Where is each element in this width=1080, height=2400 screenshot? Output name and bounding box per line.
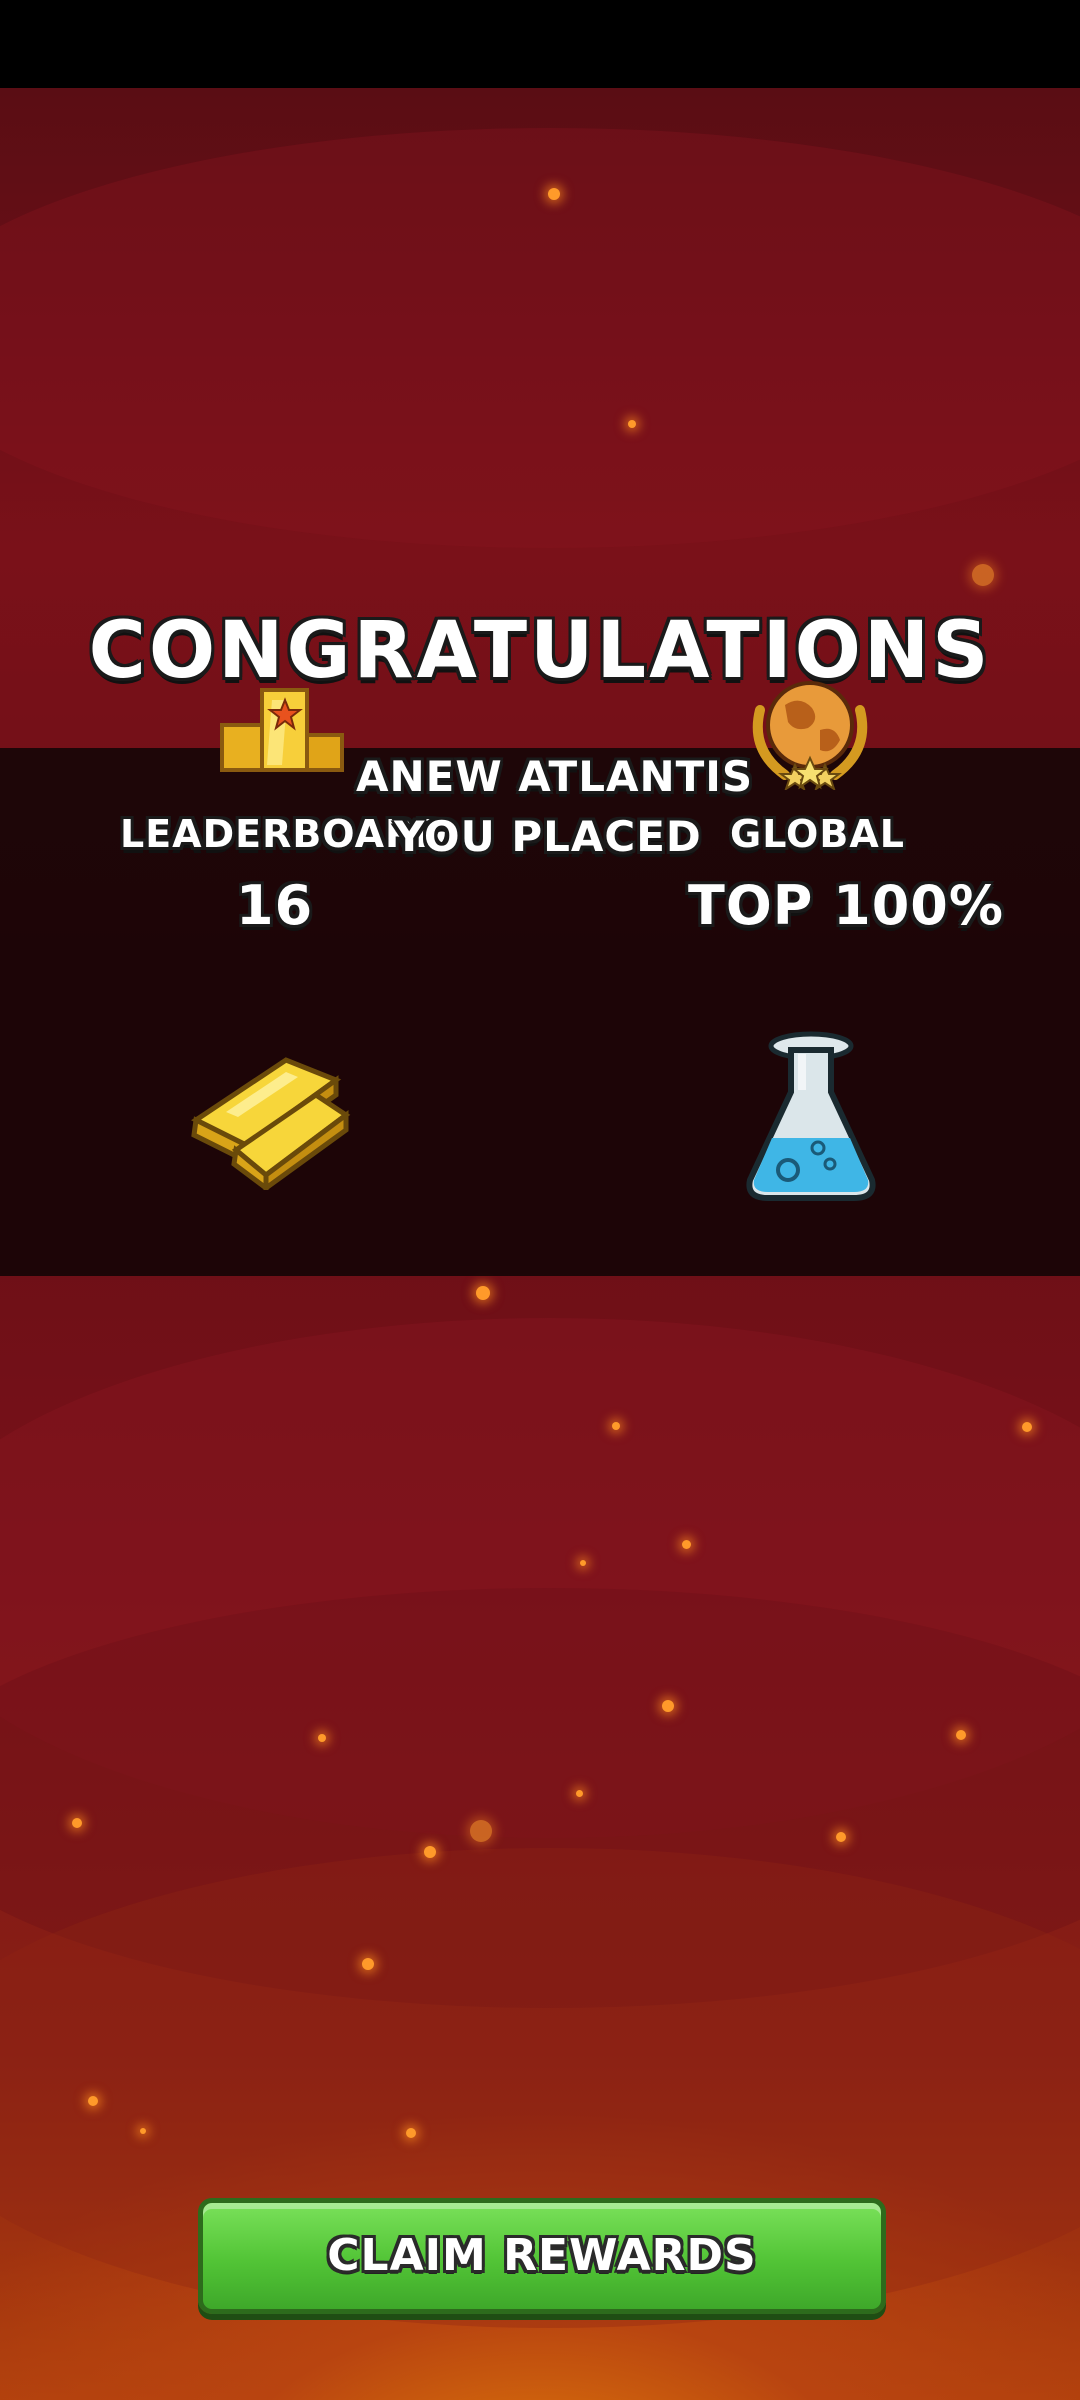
globe-laurel-icon: [740, 670, 880, 792]
placement-label: YOU PLACED: [394, 812, 702, 861]
page-title: CONGRATULATIONS: [88, 606, 992, 696]
potion-flask-icon: [738, 1030, 884, 1206]
event-name: ANEW ATLANTIS: [356, 752, 754, 801]
claim-rewards-label: CLAIM REWARDS: [327, 2230, 757, 2281]
gold-bars-icon: [186, 1040, 356, 1193]
status-bar: [0, 0, 1080, 88]
podium-icon: [212, 680, 352, 780]
global-percentile-value: TOP 100%: [688, 874, 1004, 937]
claim-rewards-button[interactable]: CLAIM REWARDS: [198, 2198, 886, 2314]
global-label: GLOBAL: [730, 812, 905, 856]
leaderboard-rank-value: 16: [236, 874, 314, 937]
